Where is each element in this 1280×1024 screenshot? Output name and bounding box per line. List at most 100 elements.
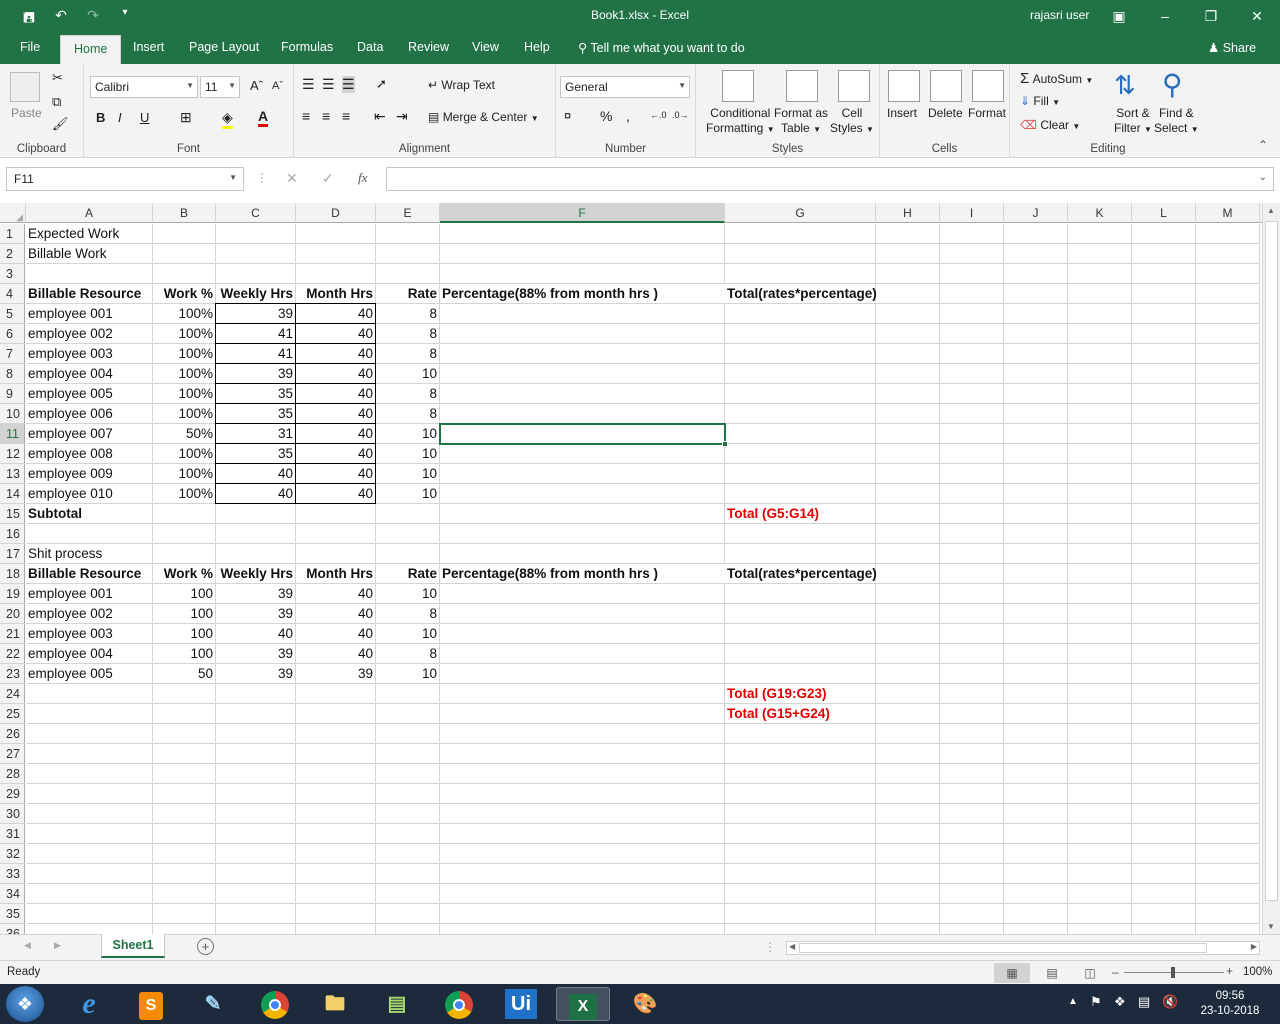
cell-k26[interactable]	[1068, 724, 1132, 744]
zoom-out-icon[interactable]: –	[1112, 965, 1119, 979]
cell-c35[interactable]	[216, 904, 296, 924]
cell-j23[interactable]	[1004, 664, 1068, 684]
cell-j24[interactable]	[1004, 684, 1068, 704]
insert-function-icon[interactable]: fx	[358, 170, 367, 186]
cell-h17[interactable]	[876, 544, 940, 564]
cell-d10[interactable]: 40	[296, 404, 376, 424]
row-header[interactable]: 15	[0, 504, 25, 524]
cell-b20[interactable]: 100	[153, 604, 216, 624]
cell-a14[interactable]: employee 010	[26, 484, 153, 504]
cell-c23[interactable]: 39	[216, 664, 296, 684]
cell-h5[interactable]	[876, 304, 940, 324]
row-header[interactable]: 12	[0, 444, 25, 464]
middle-align-icon[interactable]: ☰	[322, 76, 335, 93]
cell-l33[interactable]	[1132, 864, 1196, 884]
cell-j7[interactable]	[1004, 344, 1068, 364]
cell-m30[interactable]	[1196, 804, 1260, 824]
cell-a11[interactable]: employee 007	[26, 424, 153, 444]
cell-e24[interactable]	[376, 684, 440, 704]
cell-a25[interactable]	[26, 704, 153, 724]
cell-f7[interactable]	[440, 344, 725, 364]
cell-d17[interactable]	[296, 544, 376, 564]
cell-b26[interactable]	[153, 724, 216, 744]
cell-e29[interactable]	[376, 784, 440, 804]
cell-k4[interactable]	[1068, 284, 1132, 304]
cell-e4[interactable]: Rate	[376, 284, 440, 304]
cell-a36[interactable]	[26, 924, 153, 934]
close-button[interactable]: ✕	[1234, 0, 1280, 32]
sheet-tab-sheet1[interactable]: Sheet1	[101, 934, 165, 958]
normal-view-icon[interactable]: ▦	[994, 963, 1030, 983]
delete-button[interactable]: Delete	[928, 106, 963, 120]
cell-b2[interactable]	[153, 244, 216, 264]
cell-b5[interactable]: 100%	[153, 304, 216, 324]
sublime-icon[interactable]: S	[124, 987, 178, 1021]
cell-a7[interactable]: employee 003	[26, 344, 153, 364]
cell-c5[interactable]: 39	[216, 304, 296, 324]
tab-help[interactable]: Help	[524, 40, 550, 54]
cell-m7[interactable]	[1196, 344, 1260, 364]
cell-c24[interactable]	[216, 684, 296, 704]
cell-m6[interactable]	[1196, 324, 1260, 344]
cell-d1[interactable]	[296, 224, 376, 244]
cell-l22[interactable]	[1132, 644, 1196, 664]
cell-g9[interactable]	[725, 384, 876, 404]
customize-qat-icon[interactable]: ▾	[116, 7, 134, 31]
cell-m12[interactable]	[1196, 444, 1260, 464]
cell-c3[interactable]	[216, 264, 296, 284]
cell-i24[interactable]	[940, 684, 1004, 704]
cell-a18[interactable]: Billable Resource	[26, 564, 153, 584]
page-layout-view-icon[interactable]: ▤	[1040, 963, 1064, 983]
cell-a35[interactable]	[26, 904, 153, 924]
cell-b35[interactable]	[153, 904, 216, 924]
cell-k21[interactable]	[1068, 624, 1132, 644]
cell-d28[interactable]	[296, 764, 376, 784]
row-header[interactable]: 19	[0, 584, 25, 604]
name-box[interactable]: F11 ▼	[6, 167, 244, 191]
cell-g1[interactable]	[725, 224, 876, 244]
cell-a23[interactable]: employee 005	[26, 664, 153, 684]
cell-styles-button[interactable]: Cell Styles ▼	[830, 106, 874, 137]
cell-a28[interactable]	[26, 764, 153, 784]
cell-f34[interactable]	[440, 884, 725, 904]
cell-l14[interactable]	[1132, 484, 1196, 504]
cell-f14[interactable]	[440, 484, 725, 504]
cell-l28[interactable]	[1132, 764, 1196, 784]
cell-l35[interactable]	[1132, 904, 1196, 924]
tab-file[interactable]: File	[20, 40, 40, 54]
cell-a32[interactable]	[26, 844, 153, 864]
cell-d2[interactable]	[296, 244, 376, 264]
cell-i7[interactable]	[940, 344, 1004, 364]
chrome-icon[interactable]	[248, 987, 302, 1021]
cell-h32[interactable]	[876, 844, 940, 864]
cell-f20[interactable]	[440, 604, 725, 624]
cell-f15[interactable]	[440, 504, 725, 524]
row-header[interactable]: 4	[0, 284, 25, 304]
column-header-a[interactable]: A	[26, 203, 153, 223]
cell-f12[interactable]	[440, 444, 725, 464]
cell-l31[interactable]	[1132, 824, 1196, 844]
cell-i1[interactable]	[940, 224, 1004, 244]
percent-icon[interactable]: %	[600, 108, 612, 124]
cell-e1[interactable]	[376, 224, 440, 244]
cell-h30[interactable]	[876, 804, 940, 824]
cell-b1[interactable]	[153, 224, 216, 244]
cell-g21[interactable]	[725, 624, 876, 644]
cell-b21[interactable]: 100	[153, 624, 216, 644]
cell-m4[interactable]	[1196, 284, 1260, 304]
row-header[interactable]: 20	[0, 604, 25, 624]
cell-e20[interactable]: 8	[376, 604, 440, 624]
cell-e27[interactable]	[376, 744, 440, 764]
cell-j15[interactable]	[1004, 504, 1068, 524]
cell-m2[interactable]	[1196, 244, 1260, 264]
cell-j25[interactable]	[1004, 704, 1068, 724]
cell-b24[interactable]	[153, 684, 216, 704]
cell-e5[interactable]: 8	[376, 304, 440, 324]
cell-f22[interactable]	[440, 644, 725, 664]
cell-f8[interactable]	[440, 364, 725, 384]
fill-color-icon[interactable]: ◈	[222, 109, 233, 129]
horizontal-scrollbar[interactable]: ◀ ▶	[786, 941, 1260, 955]
cell-b6[interactable]: 100%	[153, 324, 216, 344]
cell-l18[interactable]	[1132, 564, 1196, 584]
cell-h26[interactable]	[876, 724, 940, 744]
